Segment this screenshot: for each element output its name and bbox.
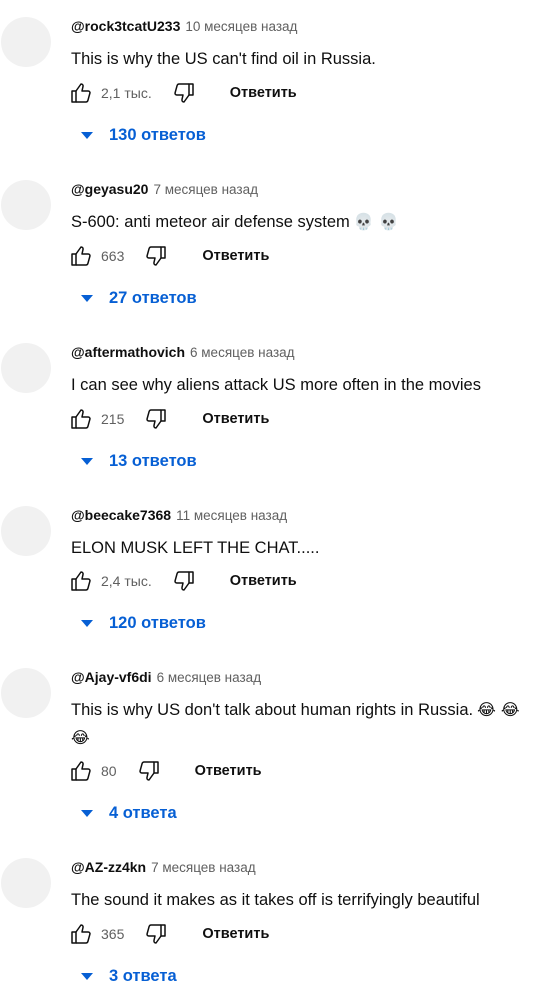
reply-button[interactable]: Ответить <box>202 926 269 942</box>
comment-actions: 663 Ответить <box>67 242 269 270</box>
avatar[interactable] <box>1 506 51 556</box>
comment-text-content: The sound it makes as it takes off is te… <box>71 891 480 909</box>
avatar[interactable] <box>1 668 51 718</box>
thumbs-down-icon <box>146 409 167 429</box>
like-button[interactable] <box>67 79 95 107</box>
comment-text-content: ELON MUSK LEFT THE CHAT..... <box>71 539 320 557</box>
comment-actions: 2,1 тыс. Ответить <box>67 79 297 107</box>
caret-down-icon <box>81 619 93 627</box>
dislike-button[interactable] <box>135 757 163 785</box>
comment-header: @beecake7368 11 месяцев назад <box>71 506 287 525</box>
comment-text: This is why the US can't find oil in Rus… <box>71 45 526 73</box>
like-count: 80 <box>101 763 117 779</box>
author-name[interactable]: @aftermathovich <box>71 344 185 360</box>
like-count: 215 <box>101 411 125 427</box>
dislike-button[interactable] <box>170 567 198 595</box>
replies-count-label: 3 ответа <box>109 966 177 985</box>
replies-count-label: 120 ответов <box>109 613 206 632</box>
comment-time[interactable]: 11 месяцев назад <box>176 508 287 523</box>
view-replies-button[interactable]: 27 ответов <box>76 284 197 312</box>
view-replies-button[interactable]: 3 ответа <box>76 962 177 990</box>
dislike-button[interactable] <box>142 242 170 270</box>
comment-text-content: S-600: anti meteor air defense system <box>71 213 350 231</box>
comment-time[interactable]: 7 месяцев назад <box>151 860 256 875</box>
like-count: 365 <box>101 926 125 942</box>
comment-header: @AZ-zz4kn 7 месяцев назад <box>71 858 256 877</box>
comment-header: @aftermathovich 6 месяцев назад <box>71 343 295 362</box>
avatar[interactable] <box>1 343 51 393</box>
like-button[interactable] <box>67 567 95 595</box>
like-button[interactable] <box>67 405 95 433</box>
comment-time[interactable]: 10 месяцев назад <box>185 19 297 34</box>
view-replies-button[interactable]: 120 ответов <box>76 609 206 637</box>
view-replies-button[interactable]: 130 ответов <box>76 121 206 149</box>
comment-header: @rock3tcatU233 10 месяцев назад <box>71 17 297 36</box>
comment-header: @geyasu20 7 месяцев назад <box>71 180 258 199</box>
thumbs-up-icon <box>71 571 91 591</box>
comment-text-content: I can see why aliens attack US more ofte… <box>71 376 481 394</box>
comment-text-content: This is why US don't talk about human ri… <box>71 701 474 719</box>
thumbs-up-icon <box>71 924 91 944</box>
like-button[interactable] <box>67 920 95 948</box>
avatar[interactable] <box>1 180 51 230</box>
author-name[interactable]: @beecake7368 <box>71 507 171 523</box>
like-count: 663 <box>101 248 125 264</box>
caret-down-icon <box>81 457 93 465</box>
comment-actions: 215 Ответить <box>67 405 269 433</box>
thumbs-down-icon <box>146 246 167 266</box>
caret-down-icon <box>81 972 93 980</box>
caret-down-icon <box>81 294 93 302</box>
thumbs-down-icon <box>174 83 194 103</box>
author-name[interactable]: @Ajay-vf6di <box>71 669 152 685</box>
thumbs-down-icon <box>146 924 167 944</box>
author-name[interactable]: @rock3tcatU233 <box>71 18 180 34</box>
thumbs-up-icon <box>71 761 91 781</box>
reply-button[interactable]: Ответить <box>230 573 297 589</box>
like-button[interactable] <box>67 757 95 785</box>
reply-button[interactable]: Ответить <box>230 85 297 101</box>
view-replies-button[interactable]: 13 ответов <box>76 447 197 475</box>
comment-text: I can see why aliens attack US more ofte… <box>71 371 526 399</box>
comment-text-content: This is why the US can't find oil in Rus… <box>71 50 376 68</box>
avatar[interactable] <box>1 858 51 908</box>
comment-actions: 80 Ответить <box>67 757 262 785</box>
thumbs-up-icon <box>71 409 91 429</box>
reply-button[interactable]: Ответить <box>195 763 262 779</box>
dislike-button[interactable] <box>142 920 170 948</box>
like-button[interactable] <box>67 242 95 270</box>
comment-text: This is why US don't talk about human ri… <box>71 696 526 752</box>
comment-text: ELON MUSK LEFT THE CHAT..... <box>71 534 526 562</box>
like-count: 2,4 тыс. <box>101 573 152 589</box>
like-count: 2,1 тыс. <box>101 85 152 101</box>
reply-button[interactable]: Ответить <box>202 411 269 427</box>
avatar[interactable] <box>1 17 51 67</box>
dislike-button[interactable] <box>170 79 198 107</box>
dislike-button[interactable] <box>142 405 170 433</box>
comment-time[interactable]: 7 месяцев назад <box>153 182 258 197</box>
view-replies-button[interactable]: 4 ответа <box>76 799 177 827</box>
author-name[interactable]: @AZ-zz4kn <box>71 859 146 875</box>
comment-time[interactable]: 6 месяцев назад <box>157 670 262 685</box>
thumbs-down-icon <box>138 761 159 781</box>
comment-time[interactable]: 6 месяцев назад <box>190 345 295 360</box>
comments-section: @rock3tcatU233 10 месяцев назад This is w… <box>0 0 533 997</box>
comment-actions: 2,4 тыс. Ответить <box>67 567 297 595</box>
skull-emoji: 💀 💀 <box>353 212 399 231</box>
comment-actions: 365 Ответить <box>67 920 269 948</box>
replies-count-label: 4 ответа <box>109 803 177 822</box>
replies-count-label: 27 ответов <box>109 288 197 307</box>
thumbs-down-icon <box>174 571 194 591</box>
comment-header: @Ajay-vf6di 6 месяцев назад <box>71 668 261 687</box>
comment-text: The sound it makes as it takes off is te… <box>71 886 526 914</box>
thumbs-up-icon <box>71 83 91 103</box>
replies-count-label: 13 ответов <box>109 451 197 470</box>
reply-button[interactable]: Ответить <box>202 248 269 264</box>
replies-count-label: 130 ответов <box>109 125 206 144</box>
author-name[interactable]: @geyasu20 <box>71 181 148 197</box>
caret-down-icon <box>81 131 93 139</box>
caret-down-icon <box>81 809 93 817</box>
thumbs-up-icon <box>71 246 91 266</box>
comment-text: S-600: anti meteor air defense system 💀 💀 <box>71 208 526 236</box>
